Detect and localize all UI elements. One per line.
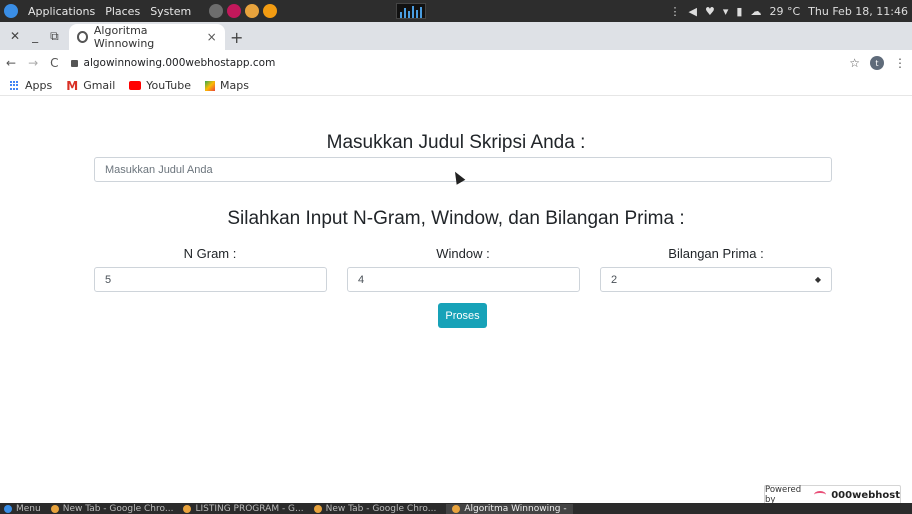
globe-icon <box>76 31 88 43</box>
os-taskbar: Menu New Tab - Google Chro... LISTING PR… <box>0 503 912 514</box>
webhost-logo-icon <box>813 491 827 499</box>
menu-logo-icon <box>4 504 12 513</box>
distro-logo-icon[interactable] <box>4 4 18 18</box>
chrome-icon[interactable] <box>245 4 260 18</box>
bookmark-maps[interactable]: Maps <box>205 79 249 92</box>
taskbar-item[interactable]: New Tab - Google Chro... <box>50 503 174 514</box>
window-input[interactable]: 4 <box>347 267 580 292</box>
chrome-icon <box>183 504 192 513</box>
weather-temp[interactable]: 29 °C <box>769 5 800 18</box>
web-page: Masukkan Judul Skripsi Anda : Masukkan J… <box>0 96 912 505</box>
bookmark-label: Maps <box>220 79 249 92</box>
gmail-icon: M <box>66 78 79 93</box>
system-monitor-graph <box>396 3 426 19</box>
youtube-icon <box>129 81 142 90</box>
ngram-label: N Gram : <box>183 246 237 261</box>
bookmark-youtube[interactable]: YouTube <box>129 79 191 92</box>
window-label: Window : <box>436 246 490 261</box>
prima-value: 2 <box>611 273 618 286</box>
chrome-icon <box>50 504 59 513</box>
taskbar-item-label: LISTING PROGRAM - G... <box>195 503 304 514</box>
vlc-icon[interactable] <box>263 4 278 18</box>
clock[interactable]: Thu Feb 18, 11:46 <box>808 5 908 18</box>
taskbar-item-label: New Tab - Google Chro... <box>62 503 174 514</box>
taskbar-item[interactable]: New Tab - Google Chro... <box>313 503 437 514</box>
reload-icon[interactable]: C <box>50 56 58 70</box>
battery-icon[interactable]: ▮ <box>736 5 742 18</box>
bookmark-label: Apps <box>25 79 53 92</box>
judul-placeholder: Masukkan Judul Anda <box>105 163 213 176</box>
ngram-input[interactable]: 5 <box>94 267 327 292</box>
network-icon[interactable]: ⋮ <box>670 5 681 18</box>
section-subtitle: Silahkan Input N-Gram, Window, dan Bilan… <box>227 208 685 229</box>
prima-select[interactable]: 2 ◆ <box>600 267 832 292</box>
window-value: 4 <box>358 273 365 286</box>
taskbar-item[interactable]: LISTING PROGRAM - G... <box>183 503 304 514</box>
maps-icon <box>205 80 216 91</box>
tab-close-icon[interactable]: × <box>207 30 217 44</box>
taskbar-item-label: New Tab - Google Chro... <box>325 503 437 514</box>
menu-applications[interactable]: Applications <box>28 5 95 18</box>
bookmarks-bar: Apps M Gmail YouTube Maps <box>0 76 912 96</box>
profile-avatar[interactable]: t <box>870 56 884 70</box>
tab-algoritma-winnowing[interactable]: Algoritma Winnowing × <box>68 24 225 50</box>
app-launcher-icon[interactable] <box>227 4 242 18</box>
bookmark-star-icon[interactable]: ☆ <box>849 56 860 70</box>
taskbar-item-label: Algoritma Winnowing - <box>464 503 567 514</box>
apps-grid-icon <box>10 80 20 91</box>
os-top-panel: Applications Places System ⋮ ◀ ♥ ▾ ▮ ☁ 2… <box>0 0 912 22</box>
bookmark-gmail[interactable]: M Gmail <box>66 79 115 93</box>
url-text[interactable]: algowinnowing.000webhostapp.com <box>84 57 276 69</box>
menu-system[interactable]: System <box>150 5 191 18</box>
prima-label: Bilangan Prima : <box>668 246 764 261</box>
menu-places[interactable]: Places <box>105 5 140 18</box>
bookmark-label: YouTube <box>146 79 192 92</box>
bookmark-apps[interactable]: Apps <box>10 79 52 92</box>
taskbar-item-active[interactable]: Algoritma Winnowing - <box>446 503 573 514</box>
volume-icon[interactable]: ◀ <box>689 5 697 18</box>
browser-toolbar: ← → C algowinnowing.000webhostapp.com ☆ … <box>0 50 912 76</box>
new-tab-button[interactable]: + <box>225 24 249 50</box>
browser-tabstrip: ✕ _ ⧉ Algoritma Winnowing × + <box>0 22 912 50</box>
ngram-value: 5 <box>105 273 112 286</box>
window-close-icon[interactable]: ✕ <box>10 29 20 43</box>
window-restore-icon[interactable]: ⧉ <box>50 29 59 44</box>
chrome-icon <box>452 504 461 513</box>
tab-title: Algoritma Winnowing <box>93 24 155 50</box>
bookmark-label: Gmail <box>83 79 116 92</box>
location-icon[interactable]: ♥ <box>705 5 715 18</box>
window-minimize-icon[interactable]: _ <box>32 29 38 43</box>
wifi-icon[interactable]: ▾ <box>723 5 729 18</box>
address-bar[interactable]: algowinnowing.000webhostapp.com <box>70 53 838 73</box>
page-title: Masukkan Judul Skripsi Anda : <box>326 132 586 153</box>
taskbar-menu[interactable]: Menu <box>4 504 41 514</box>
browser-menu-icon[interactable]: ⋮ <box>894 56 906 70</box>
weather-icon: ☁ <box>750 4 762 18</box>
lock-icon[interactable] <box>70 59 78 67</box>
powered-brand: 000webhost <box>831 489 900 501</box>
taskbar-menu-label: Menu <box>16 503 41 514</box>
select-updown-icon: ◆ <box>814 275 821 284</box>
proses-button[interactable]: Proses <box>438 303 487 328</box>
back-icon[interactable]: ← <box>6 56 16 70</box>
powered-by-badge[interactable]: Powered by 000webhost <box>764 485 901 505</box>
chrome-icon <box>313 504 322 513</box>
powered-by-text: Powered by <box>765 485 802 505</box>
terminal-icon[interactable] <box>209 4 224 18</box>
forward-icon[interactable]: → <box>28 56 38 70</box>
